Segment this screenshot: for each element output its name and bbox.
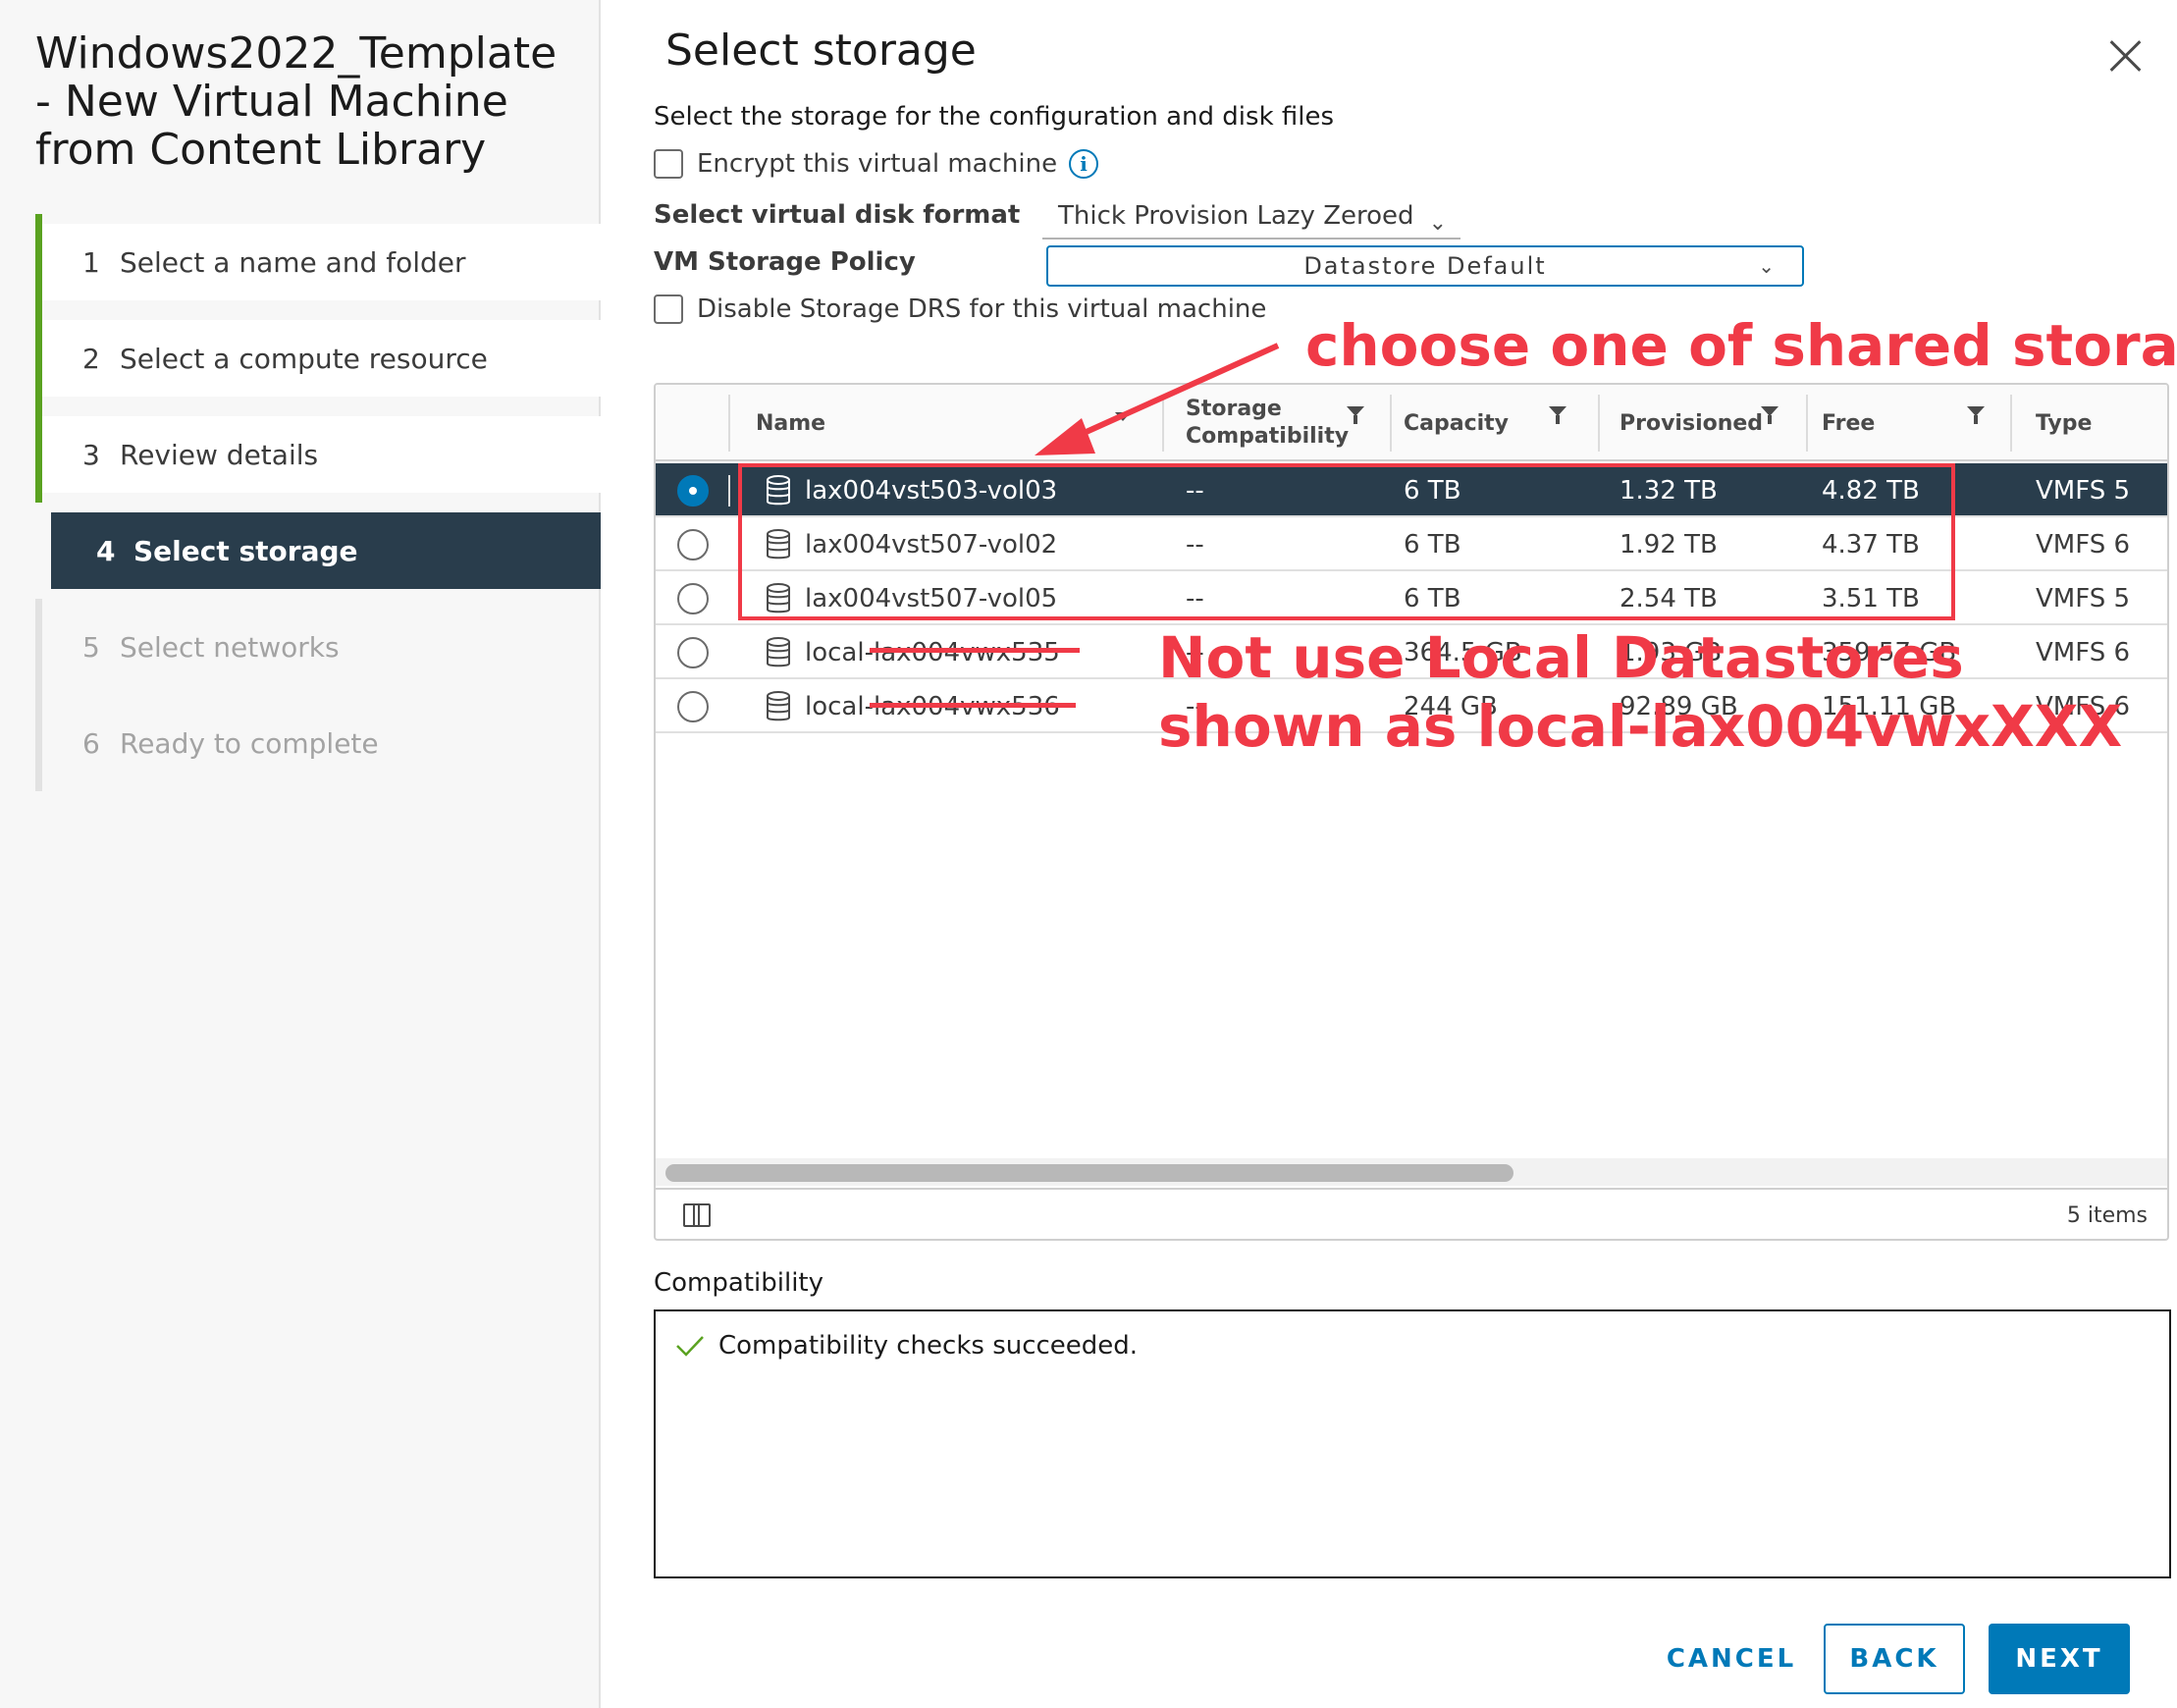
horizontal-scrollbar[interactable] bbox=[656, 1158, 2167, 1186]
back-button[interactable]: BACK bbox=[1824, 1624, 1965, 1694]
type-cell: VMFS 5 bbox=[2036, 475, 2131, 506]
step-label: Select storage bbox=[133, 534, 358, 567]
column-header-name[interactable]: Name bbox=[756, 385, 825, 461]
annotation-strikethrough bbox=[870, 648, 1080, 653]
annotation-strikethrough bbox=[870, 703, 1076, 708]
step-number: 1 bbox=[82, 245, 100, 279]
wizard-sidebar: Windows2022_Template - New Virtual Machi… bbox=[0, 0, 601, 1708]
chevron-down-icon: ⌄ bbox=[1758, 254, 1775, 278]
column-header-capacity[interactable]: Capacity bbox=[1404, 385, 1509, 461]
wizard-title-line-3: from Content Library bbox=[35, 125, 487, 175]
step-number: 3 bbox=[82, 438, 100, 471]
close-icon[interactable] bbox=[2108, 39, 2142, 73]
column-separator bbox=[1390, 395, 1392, 452]
filter-icon[interactable] bbox=[1549, 406, 1566, 424]
page-subtitle: Select the storage for the configuration… bbox=[654, 102, 1335, 132]
info-icon[interactable]: i bbox=[1069, 149, 1099, 179]
filter-icon[interactable] bbox=[1967, 406, 1985, 424]
step-pending-bar bbox=[35, 695, 42, 791]
step-pending-bar bbox=[35, 599, 42, 695]
column-header-provisioned[interactable]: Provisioned bbox=[1619, 385, 1763, 461]
filter-icon[interactable] bbox=[1347, 406, 1364, 424]
annotation-arrow-icon bbox=[1035, 343, 1280, 455]
row-separator bbox=[728, 475, 730, 507]
step-1[interactable]: 1 Select a name and folder bbox=[35, 214, 601, 310]
grid-header: Name Storage Compatibility Capacity Prov… bbox=[656, 385, 2167, 461]
step-label: Review details bbox=[120, 438, 319, 471]
wizard-title-line-2: - New Virtual Machine bbox=[35, 77, 508, 127]
step-label: Select a compute resource bbox=[120, 342, 488, 375]
compatibility-text: Compatibility checks succeeded. bbox=[718, 1331, 1139, 1361]
column-separator bbox=[1806, 395, 1808, 452]
next-button[interactable]: NEXT bbox=[1989, 1624, 2130, 1694]
compatibility-panel: Compatibility checks succeeded. bbox=[654, 1309, 2171, 1578]
step-label: Select a name and folder bbox=[120, 245, 466, 279]
step-number: 5 bbox=[82, 630, 100, 664]
wizard-steps: 1 Select a name and folder 2 Select a co… bbox=[35, 214, 601, 801]
annotation-highlight-box bbox=[738, 463, 1955, 620]
disable-drs-row: Disable Storage DRS for this virtual mac… bbox=[654, 294, 1266, 324]
wizard-title: Windows2022_Template - New Virtual Machi… bbox=[35, 29, 585, 174]
step-label: Select networks bbox=[120, 630, 340, 664]
step-3[interactable]: 3 Review details bbox=[35, 406, 601, 503]
annotation-local-line-2: shown as local-lax004vwxXXX bbox=[1158, 693, 2123, 760]
step-2[interactable]: 2 Select a compute resource bbox=[35, 310, 601, 406]
items-count: 5 items bbox=[2066, 1203, 2148, 1228]
row-radio[interactable] bbox=[677, 529, 709, 560]
step-complete-bar bbox=[35, 214, 42, 310]
page-title: Select storage bbox=[665, 26, 977, 76]
column-separator bbox=[1598, 395, 1600, 452]
disk-format-label: Select virtual disk format bbox=[654, 200, 1021, 230]
step-complete-bar bbox=[35, 406, 42, 503]
disk-format-value: Thick Provision Lazy Zeroed bbox=[1058, 201, 1414, 231]
step-label: Ready to complete bbox=[120, 726, 379, 760]
type-cell: VMFS 5 bbox=[2036, 583, 2131, 614]
filter-icon[interactable] bbox=[1761, 406, 1779, 424]
column-separator bbox=[2010, 395, 2012, 452]
database-icon bbox=[767, 636, 790, 667]
grid-footer: 5 items bbox=[656, 1188, 2167, 1239]
storage-policy-label: VM Storage Policy bbox=[654, 247, 916, 277]
encrypt-checkbox[interactable] bbox=[654, 149, 683, 179]
step-number: 2 bbox=[82, 342, 100, 375]
annotation-shared-storage: choose one of shared storage bbox=[1305, 312, 2177, 379]
column-separator bbox=[728, 395, 730, 452]
column-toggle-icon[interactable] bbox=[683, 1203, 711, 1227]
encrypt-row: Encrypt this virtual machine i bbox=[654, 149, 1099, 179]
row-radio[interactable] bbox=[677, 637, 709, 668]
annotation-local-line-1: Not use Local Datastores bbox=[1158, 624, 1964, 691]
scrollbar-thumb[interactable] bbox=[665, 1164, 1513, 1182]
storage-policy-value: Datastore Default bbox=[1303, 252, 1547, 280]
disable-drs-checkbox[interactable] bbox=[654, 294, 683, 324]
step-6: 6 Ready to complete bbox=[35, 695, 601, 791]
row-radio[interactable] bbox=[677, 583, 709, 614]
step-5: 5 Select networks bbox=[35, 599, 601, 695]
disk-format-select[interactable]: Thick Provision Lazy Zeroed ⌄ bbox=[1042, 196, 1460, 240]
disable-drs-label: Disable Storage DRS for this virtual mac… bbox=[697, 294, 1267, 324]
wizard-title-line-1: Windows2022_Template bbox=[35, 28, 558, 79]
type-cell: VMFS 6 bbox=[2036, 529, 2131, 560]
cancel-button[interactable]: CANCEL bbox=[1653, 1624, 1810, 1694]
database-icon bbox=[767, 690, 790, 721]
chevron-down-icon: ⌄ bbox=[1428, 211, 1447, 236]
row-radio[interactable] bbox=[677, 475, 709, 507]
row-radio[interactable] bbox=[677, 691, 709, 722]
compatibility-label: Compatibility bbox=[654, 1268, 823, 1298]
step-complete-bar bbox=[35, 310, 42, 406]
encrypt-label: Encrypt this virtual machine bbox=[697, 149, 1058, 179]
step-number: 6 bbox=[82, 726, 100, 760]
check-icon bbox=[676, 1336, 704, 1357]
type-cell: VMFS 6 bbox=[2036, 637, 2131, 667]
compatibility-message: Compatibility checks succeeded. bbox=[675, 1331, 1138, 1361]
column-header-type[interactable]: Type bbox=[2036, 385, 2092, 461]
column-header-free[interactable]: Free bbox=[1822, 385, 1875, 461]
step-4-active[interactable]: 4 Select storage bbox=[51, 512, 601, 589]
storage-policy-select[interactable]: Datastore Default ⌄ bbox=[1046, 245, 1804, 287]
step-number: 4 bbox=[96, 534, 116, 567]
